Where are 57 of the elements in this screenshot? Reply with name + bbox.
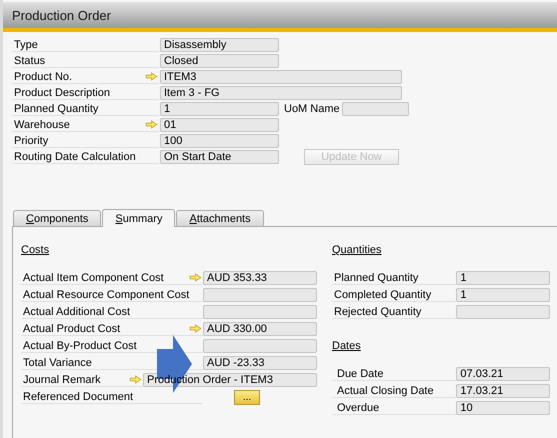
field-label: Planned Quantity [334, 272, 418, 284]
field-label: Due Date [337, 368, 384, 380]
field-label: Actual Closing Date [337, 384, 434, 396]
link-arrow-icon[interactable] [145, 72, 158, 81]
input-field[interactable]: AUD 353.33 [203, 271, 317, 285]
input-field[interactable] [203, 288, 317, 302]
field-label: Actual Item Component Cost [23, 272, 164, 284]
input-field[interactable]: AUD -23.33 [203, 356, 317, 370]
input-field[interactable] [342, 102, 409, 116]
input-field[interactable]: 17.03.21 [456, 384, 550, 398]
input-field[interactable]: 10 [456, 401, 550, 415]
input-field[interactable] [203, 339, 317, 353]
field-label: Planned Quantity [14, 102, 98, 114]
input-field[interactable] [203, 305, 317, 319]
field-label: Actual Resource Component Cost [23, 288, 190, 300]
input-field[interactable]: On Start Date [160, 150, 279, 164]
field-label: Actual By-Product Cost [23, 340, 137, 352]
field-label: Completed Quantity [334, 288, 432, 300]
input-field[interactable]: AUD 330.00 [203, 322, 317, 336]
link-arrow-icon[interactable] [145, 120, 158, 129]
field-label: Rejected Quantity [334, 306, 422, 318]
tab[interactable]: Summary [102, 209, 176, 227]
field-label: Priority [14, 134, 48, 146]
input-field[interactable]: 1 [160, 102, 279, 116]
input-field[interactable]: 01 [160, 118, 279, 132]
field-label: Product Description [14, 86, 110, 98]
field-label: Product No. [14, 70, 72, 82]
field-label: Routing Date Calculation [14, 150, 136, 162]
field-label: UoM Name [284, 103, 340, 115]
field-label: Actual Product Cost [23, 322, 120, 334]
section-heading: Costs [21, 244, 50, 256]
input-field[interactable]: 100 [160, 134, 279, 148]
field-label: Overdue [337, 402, 380, 414]
field-label: Total Variance [23, 356, 92, 368]
tab[interactable]: Attachments [176, 210, 264, 226]
section-heading: Quantities [332, 244, 383, 256]
field-label: Warehouse [14, 118, 70, 130]
input-field[interactable]: Disassembly [160, 38, 279, 52]
input-field[interactable]: ITEM3 [160, 70, 402, 84]
tab[interactable]: Components [13, 210, 102, 226]
field-label: Actual Additional Cost [23, 306, 130, 318]
input-field[interactable]: 07.03.21 [456, 367, 550, 381]
input-field[interactable]: 1 [456, 288, 550, 302]
window-title: Production Order [12, 8, 111, 22]
section-heading: Dates [332, 340, 362, 352]
field-label: Type [14, 38, 38, 50]
field-label: Status [14, 54, 46, 66]
link-arrow-icon[interactable] [189, 324, 202, 333]
input-field[interactable]: 1 [456, 271, 550, 285]
field-label: Referenced Document [23, 390, 134, 402]
link-arrow-icon[interactable] [129, 375, 142, 384]
browse-button[interactable]: ... [234, 390, 260, 404]
input-field[interactable] [456, 305, 550, 319]
input-field[interactable]: Closed [160, 54, 279, 68]
input-field[interactable]: Item 3 - FG [160, 86, 402, 100]
field-label: Journal Remark [23, 374, 101, 386]
link-arrow-icon[interactable] [189, 273, 202, 282]
